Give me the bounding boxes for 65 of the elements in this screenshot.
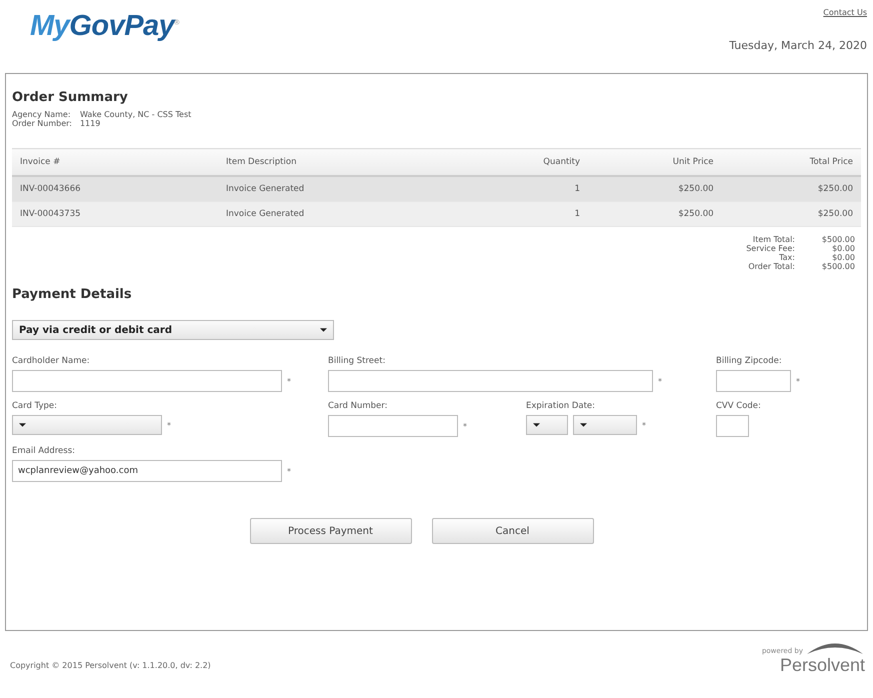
total-value: $500.00 <box>820 262 855 271</box>
input-field[interactable] <box>328 415 458 437</box>
required-mark: * <box>287 466 291 476</box>
brand-text: Persolvent <box>778 655 865 676</box>
required-mark: * <box>463 422 467 430</box>
column-header: Total Price <box>722 148 861 176</box>
table-cell: INV-00043735 <box>12 202 218 226</box>
required-mark: * <box>796 376 800 386</box>
section-title: Order Summary <box>12 90 129 105</box>
table-cell: $250.00 <box>588 176 722 202</box>
field-label: Card Number: <box>328 401 388 411</box>
column-header: Item Description <box>218 148 464 176</box>
required-mark: * <box>658 376 662 386</box>
date-text: Tuesday, March 24, 2020 <box>729 39 867 52</box>
logo: MyGovPay$^{®}$ <box>30 10 179 43</box>
table-cell: $250.00 <box>722 202 861 226</box>
required-mark: * <box>642 420 646 430</box>
section-title: Payment Details <box>12 287 133 302</box>
caret-icon <box>320 328 327 332</box>
total-value: $500.00 <box>820 235 855 244</box>
dropdown[interactable] <box>573 415 637 435</box>
total-label: Service Fee: <box>746 244 795 253</box>
total-label: Tax: <box>778 253 795 262</box>
column-header: Invoice # <box>12 148 218 176</box>
table-cell: 1 <box>464 202 588 226</box>
table-cell: $250.00 <box>722 176 861 202</box>
dropdown[interactable] <box>526 415 568 435</box>
required-mark: * <box>287 376 291 386</box>
caret-icon <box>19 423 26 427</box>
table-cell: INV-00043666 <box>12 176 218 202</box>
input-field[interactable] <box>12 370 282 392</box>
field-label: Billing Zipcode: <box>716 356 783 366</box>
total-label: Order Total: <box>747 262 795 271</box>
table-cell: Invoice Generated <box>218 202 464 226</box>
caret-icon <box>533 423 540 427</box>
input-field[interactable] <box>716 370 791 392</box>
field-label: Expiration Date: <box>526 401 596 411</box>
field-label: Agency Name: <box>12 110 72 119</box>
field-label: Cardholder Name: <box>12 356 91 366</box>
input-field[interactable] <box>716 415 749 437</box>
field-label: Billing Street: <box>328 356 386 366</box>
process-payment-button[interactable]: Process Payment <box>250 518 412 544</box>
field-label: Order Number: <box>12 119 72 128</box>
field-label: Email Address: <box>12 446 76 456</box>
field-value: Wake County, NC - CSS Test <box>80 110 192 119</box>
copyright-text: Copyright © 2015 Persolvent (v: 1.1.20.0, dv: 2.2) <box>10 661 211 670</box>
column-header: Unit Price <box>588 148 722 176</box>
contact-link[interactable]: Contact Us <box>823 8 867 17</box>
cancel-button[interactable]: Cancel <box>432 518 594 544</box>
total-value: $0.00 <box>831 253 855 262</box>
field-label: CVV Code: <box>716 401 762 411</box>
field-value: 1119 <box>80 119 102 128</box>
dropdown[interactable] <box>12 415 162 435</box>
field-label: Card Type: <box>12 401 58 411</box>
table-cell: $250.00 <box>588 202 722 226</box>
caret-icon <box>580 423 587 427</box>
total-value: $0.00 <box>831 244 855 253</box>
input-field[interactable]: wcplanreview@yahoo.com <box>12 460 282 482</box>
column-header: Quantity <box>464 148 588 176</box>
required-mark: * <box>167 420 171 430</box>
payment-method-dropdown[interactable]: Pay via credit or debit card <box>12 320 334 340</box>
table-cell: Invoice Generated <box>218 176 464 202</box>
input-field[interactable] <box>328 370 653 392</box>
total-label: Item Total: <box>752 235 795 244</box>
table-cell: 1 <box>464 176 588 202</box>
